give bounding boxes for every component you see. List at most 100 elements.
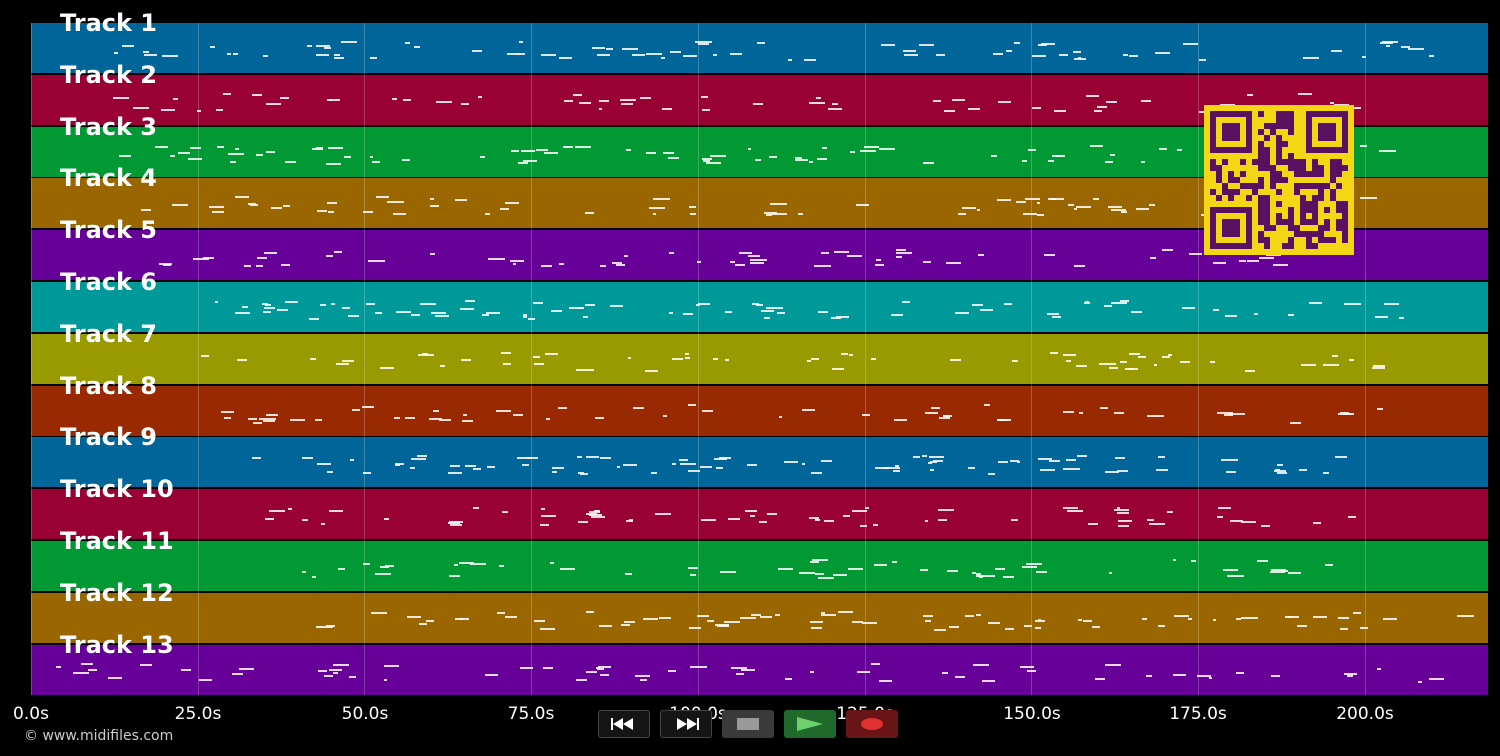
note-mark	[864, 146, 879, 148]
note-mark	[655, 513, 671, 515]
track-lane[interactable]: Track 8	[31, 372, 1488, 436]
note-mark	[795, 159, 808, 161]
note-mark	[430, 198, 434, 200]
note-mark	[256, 154, 263, 156]
track-lane[interactable]: Track 10	[31, 475, 1488, 539]
note-mark	[821, 252, 829, 254]
note-mark	[988, 622, 1000, 624]
note-mark	[1274, 470, 1286, 472]
note-mark	[884, 467, 900, 469]
note-mark	[751, 614, 761, 616]
fast-forward-button[interactable]	[660, 710, 712, 738]
note-mark	[663, 152, 674, 154]
note-mark	[341, 41, 357, 43]
stop-button[interactable]	[722, 710, 774, 738]
note-mark	[317, 210, 327, 212]
note-mark	[224, 417, 231, 419]
note-mark	[1375, 316, 1388, 318]
note-mark	[265, 518, 274, 520]
note-mark	[1004, 303, 1012, 305]
note-mark	[1047, 313, 1059, 315]
note-mark	[620, 99, 636, 101]
note-mark	[779, 416, 782, 418]
note-mark	[1025, 198, 1040, 200]
note-mark	[952, 99, 965, 101]
note-mark	[1349, 359, 1354, 361]
note-mark	[550, 562, 554, 564]
track-lane[interactable]: Track 12	[31, 579, 1488, 643]
note-mark	[1247, 260, 1259, 262]
note-mark	[1288, 314, 1294, 316]
note-mark	[1167, 511, 1173, 513]
note-mark	[235, 312, 250, 314]
note-mark	[333, 672, 338, 674]
note-mark	[649, 207, 665, 209]
track-lane[interactable]: Track 11	[31, 527, 1488, 591]
note-mark	[938, 509, 954, 511]
note-mark	[1377, 408, 1383, 410]
note-mark	[201, 355, 209, 357]
note-mark	[1100, 407, 1108, 409]
record-icon	[861, 718, 883, 730]
note-mark	[1158, 456, 1165, 458]
track-lane[interactable]: Track 7	[31, 320, 1488, 384]
track-lane[interactable]: Track 1	[31, 9, 1488, 73]
note-mark	[1360, 145, 1367, 147]
note-mark	[958, 213, 966, 215]
note-mark	[410, 467, 415, 469]
note-mark	[430, 205, 439, 207]
track-lane[interactable]: Track 9	[31, 423, 1488, 487]
note-mark	[133, 107, 149, 109]
note-mark	[1079, 412, 1083, 414]
note-mark	[518, 162, 528, 164]
note-mark	[486, 312, 500, 314]
note-mark	[1063, 411, 1074, 413]
note-mark	[405, 42, 410, 44]
note-mark	[342, 360, 354, 362]
note-mark	[903, 50, 916, 52]
note-mark	[1086, 95, 1099, 97]
play-button[interactable]	[784, 710, 836, 738]
note-mark	[510, 260, 524, 262]
rewind-button[interactable]	[598, 710, 650, 738]
note-mark	[1338, 617, 1349, 619]
track-lane[interactable]: Track 13	[31, 631, 1488, 695]
note-mark	[1323, 364, 1339, 366]
note-mark	[1285, 616, 1292, 618]
note-mark	[713, 358, 718, 360]
note-mark	[1149, 523, 1165, 525]
note-mark	[976, 614, 981, 616]
note-mark	[1006, 50, 1012, 52]
note-mark	[833, 574, 847, 576]
note-mark	[505, 616, 517, 618]
note-mark	[586, 513, 597, 515]
note-mark	[902, 301, 910, 303]
note-mark	[1290, 422, 1301, 424]
note-mark	[585, 212, 594, 214]
tick-label: 200.0s	[1336, 704, 1394, 724]
note-mark	[1110, 154, 1115, 156]
note-mark	[73, 672, 89, 674]
note-mark	[653, 198, 670, 200]
note-mark	[1199, 59, 1206, 61]
note-mark	[821, 612, 825, 614]
note-mark	[1141, 161, 1145, 163]
note-mark	[252, 457, 261, 459]
note-mark	[995, 568, 1005, 570]
note-mark	[841, 353, 848, 355]
note-mark	[622, 48, 638, 50]
note-mark	[1048, 160, 1054, 162]
tick-label: 175.0s	[1169, 704, 1227, 724]
track-lane[interactable]: Track 6	[31, 268, 1488, 332]
note-mark	[879, 680, 892, 682]
note-mark	[578, 307, 584, 309]
record-button[interactable]	[846, 710, 898, 738]
note-mark	[1277, 464, 1283, 466]
note-mark	[411, 458, 426, 460]
note-mark	[395, 463, 404, 465]
note-mark	[760, 616, 772, 618]
note-mark	[141, 209, 151, 211]
note-mark	[923, 162, 934, 164]
note-mark	[1323, 472, 1329, 474]
note-mark	[1111, 302, 1127, 304]
